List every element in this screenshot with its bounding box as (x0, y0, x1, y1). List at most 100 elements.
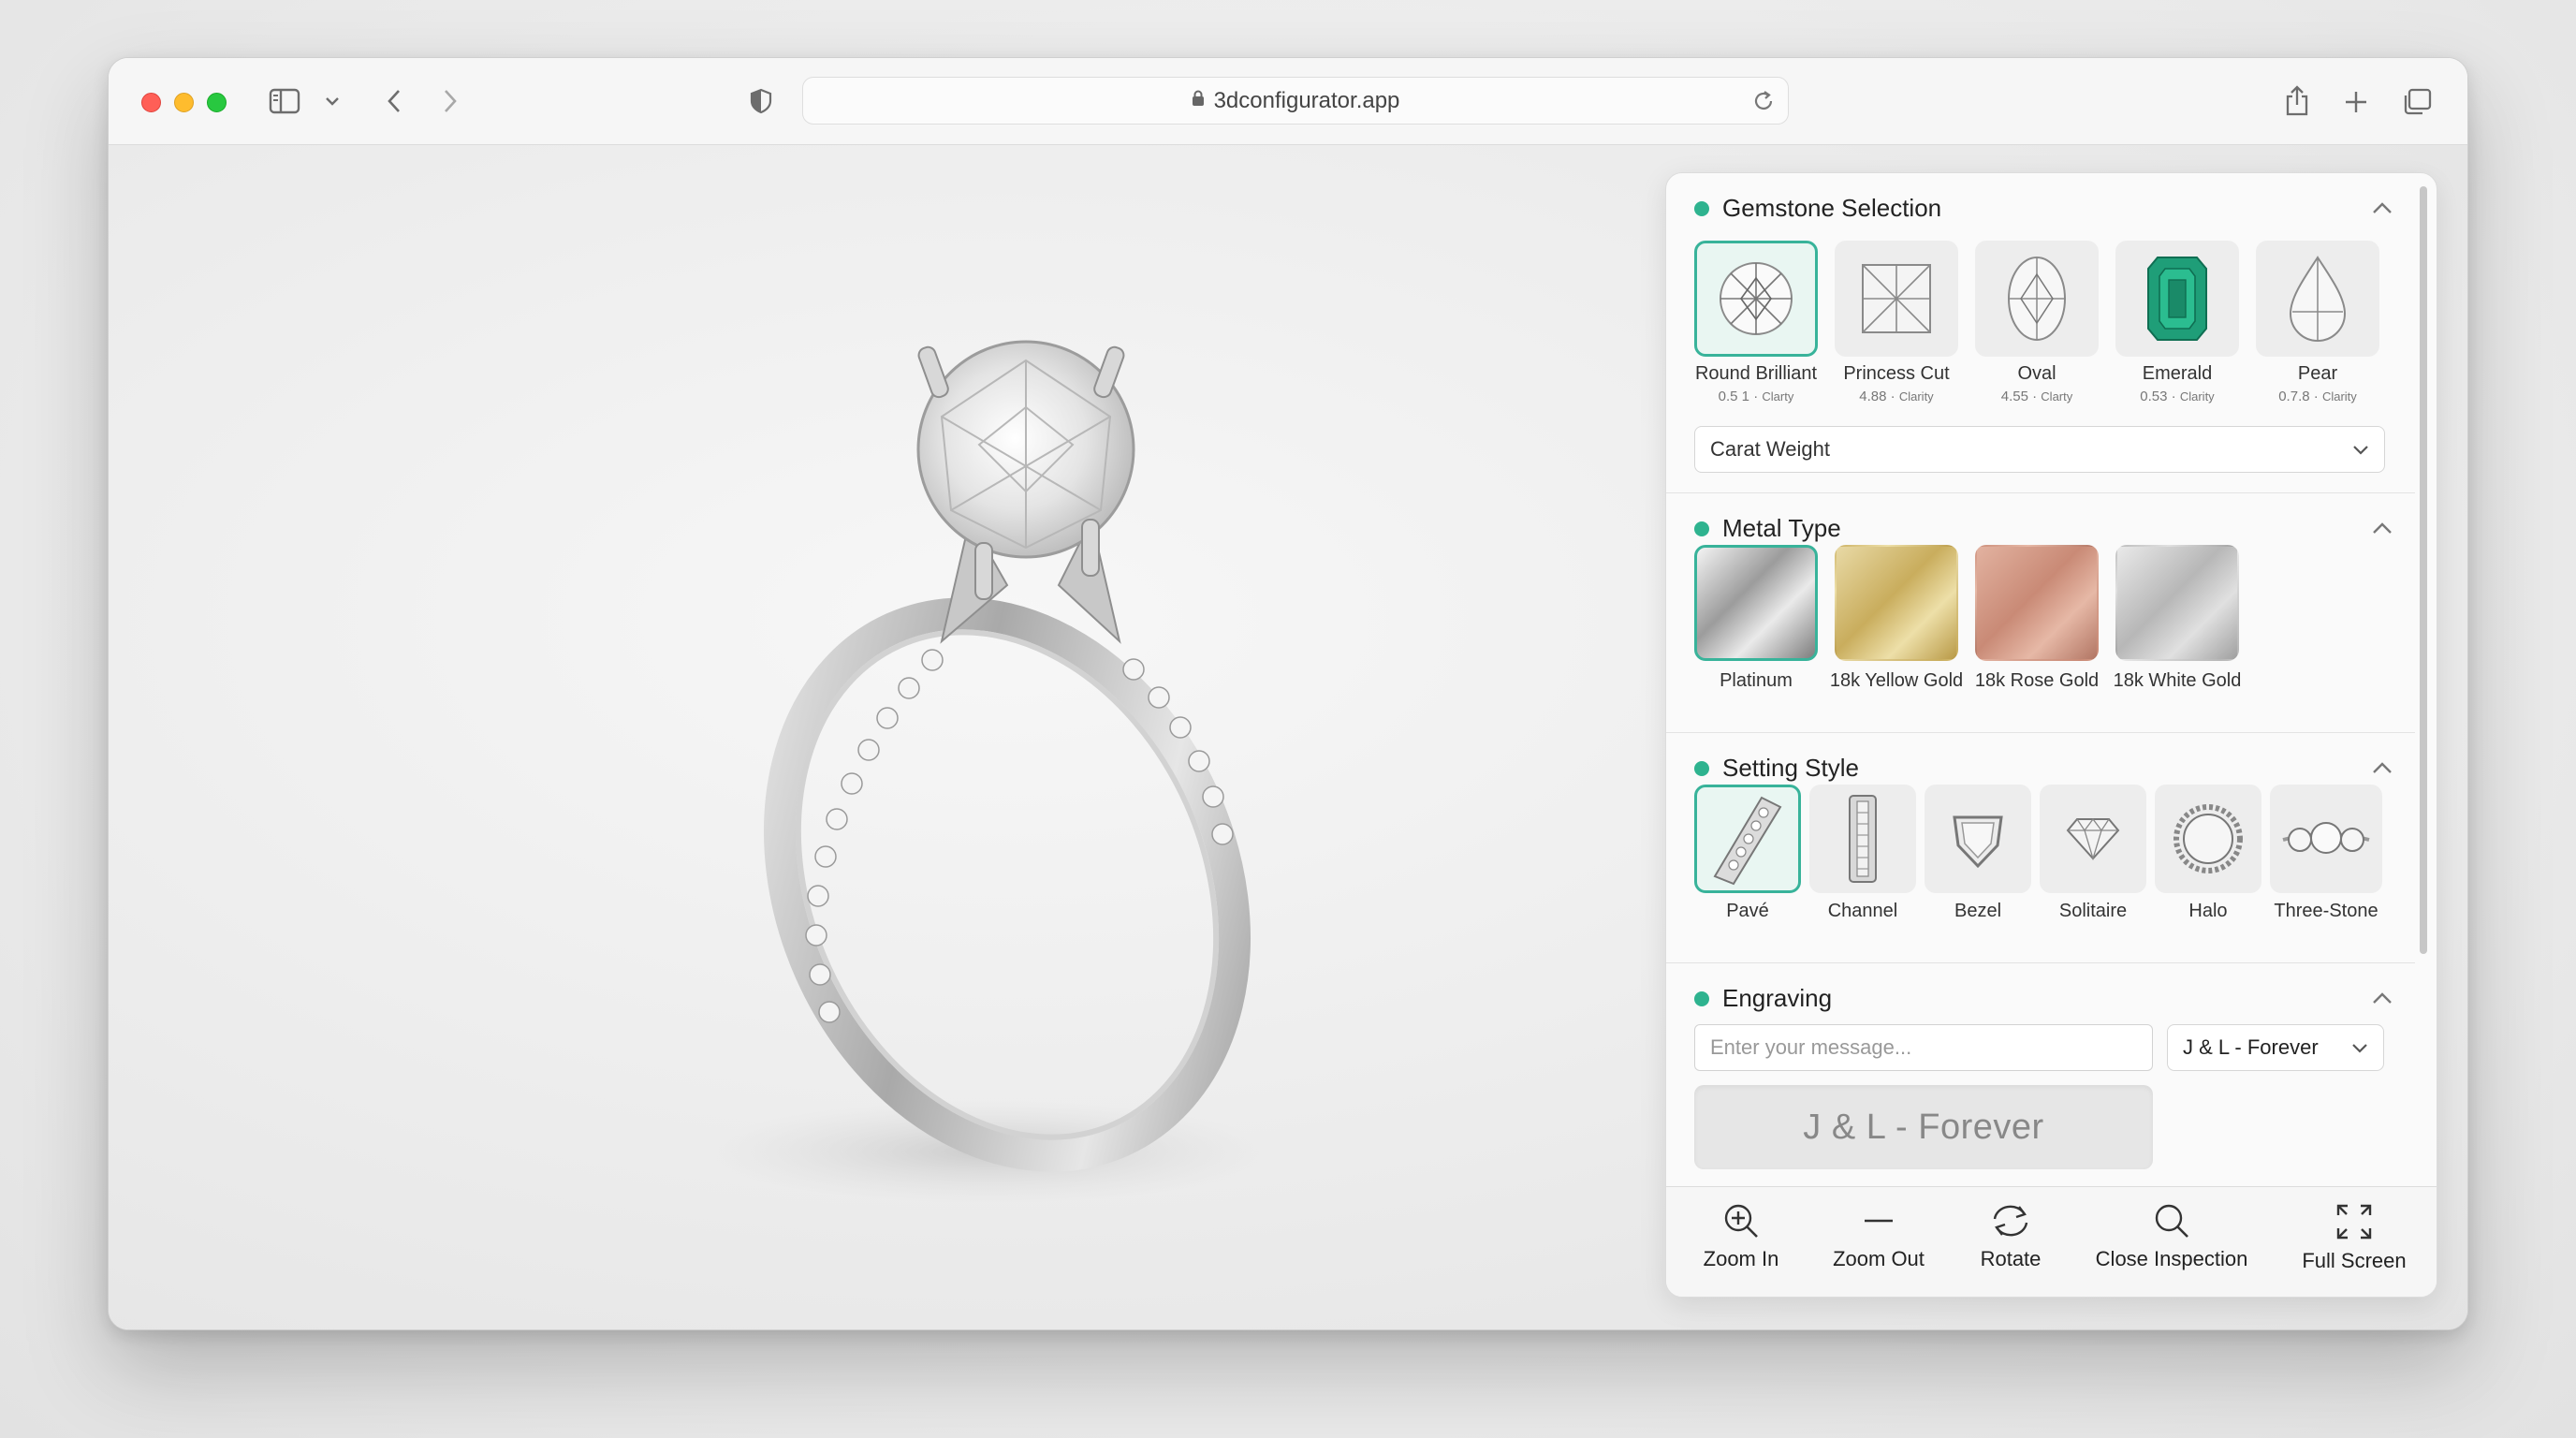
engraving-section: Engraving Enter your message... J & L - … (1666, 963, 2415, 1188)
sidebar-toggle-icon[interactable] (268, 86, 301, 116)
gem-round-brilliant[interactable] (1694, 241, 1818, 357)
gem-label: Emerald (2142, 363, 2213, 384)
setting-pave[interactable] (1694, 785, 1801, 893)
chevron-up-icon[interactable] (2372, 991, 2393, 1005)
address-bar[interactable]: 3dconfigurator.app (802, 77, 1789, 125)
gem-sub: 0.7.8 · Clarity (2278, 389, 2357, 404)
chevron-down-icon (2352, 1044, 2367, 1053)
setting-header[interactable]: Setting Style (1694, 754, 1859, 783)
chevron-down-icon[interactable] (322, 92, 343, 110)
setting-label: Pavé (1726, 901, 1769, 921)
minimize-window-button[interactable] (174, 93, 194, 112)
tab-overview-icon[interactable] (2400, 86, 2434, 118)
setting-label: Channel (1827, 901, 1898, 921)
privacy-shield-icon[interactable] (747, 84, 775, 118)
setting-solitaire[interactable] (2040, 785, 2146, 893)
metal-platinum[interactable] (1694, 545, 1818, 661)
new-tab-icon[interactable] (2340, 86, 2372, 118)
gemstone-header[interactable]: Gemstone Selection (1694, 194, 1941, 223)
three-stone-icon (2282, 822, 2370, 854)
engraving-header[interactable]: Engraving (1694, 984, 1832, 1013)
emerald-icon (2147, 257, 2207, 341)
section-dot-icon (1694, 521, 1709, 536)
setting-label: Three-Stone (2274, 901, 2378, 921)
gem-pear[interactable] (2256, 241, 2379, 357)
gem-sub: 0.53 · Clarity (2140, 389, 2215, 404)
close-inspection-button[interactable]: Close Inspection (2078, 1187, 2265, 1297)
metal-label: Platinum (1720, 670, 1793, 691)
pave-setting-icon (1713, 796, 1782, 886)
gemstone-section: Gemstone Selection Round Brilliant 0.5 1… (1666, 173, 2415, 493)
back-icon[interactable] (380, 84, 408, 118)
metal-label: 18k White Gold (2113, 670, 2242, 691)
section-dot-icon (1694, 200, 1709, 216)
setting-label: Solitaire (2058, 901, 2128, 921)
metal-yellow-gold[interactable] (1835, 545, 1958, 661)
metal-rose-gold[interactable] (1975, 545, 2099, 661)
gem-label: Pear (2297, 363, 2338, 384)
zoom-in-label: Zoom In (1703, 1247, 1779, 1270)
close-inspection-label: Close Inspection (2095, 1247, 2248, 1270)
gem-princess-cut[interactable] (1835, 241, 1958, 357)
channel-setting-icon (1849, 795, 1877, 883)
url-text: 3dconfigurator.app (1213, 87, 1400, 113)
metal-section: Metal Type Platinum 18k Yellow Gold 18k … (1666, 493, 2415, 733)
configurator-panel: Gemstone Selection Round Brilliant 0.5 1… (1665, 172, 2437, 1298)
zoom-in-icon (1724, 1204, 1758, 1238)
zoom-out-label: Zoom Out (1833, 1247, 1925, 1270)
solitaire-diamond-icon (2066, 817, 2120, 861)
viewer-controls: Zoom In Zoom Out Rotate Close Inspection… (1666, 1186, 2437, 1297)
share-icon[interactable] (2280, 82, 2314, 120)
zoom-out-button[interactable]: Zoom Out (1822, 1187, 1935, 1297)
gem-label: Oval (2017, 363, 2056, 384)
rotate-icon (1993, 1205, 2028, 1237)
gem-emerald[interactable] (2115, 241, 2239, 357)
setting-bezel[interactable] (1925, 785, 2031, 893)
setting-halo[interactable] (2155, 785, 2261, 893)
full-screen-button[interactable]: Full Screen (2284, 1187, 2424, 1297)
metal-label: 18k Yellow Gold (1829, 670, 1964, 691)
gemstone-title: Gemstone Selection (1722, 194, 1942, 222)
bezel-setting-icon (1953, 815, 2003, 869)
carat-weight-select[interactable]: Carat Weight (1694, 426, 2385, 473)
chevron-up-icon[interactable] (2372, 761, 2393, 774)
panel-scrollbar[interactable] (2420, 186, 2427, 954)
ring-model[interactable] (633, 304, 1382, 1240)
metal-header[interactable]: Metal Type (1694, 514, 1841, 543)
zoom-in-button[interactable]: Zoom In (1694, 1187, 1788, 1297)
lock-icon (1192, 90, 1205, 112)
maximize-window-button[interactable] (207, 93, 227, 112)
engraving-message-input[interactable]: Enter your message... (1694, 1024, 2153, 1071)
engraving-font-select[interactable]: J & L - Forever (2167, 1024, 2384, 1071)
chevron-down-icon (2353, 446, 2368, 455)
rotate-label: Rotate (1980, 1247, 2042, 1270)
close-window-button[interactable] (141, 93, 161, 112)
halo-setting-icon (2174, 804, 2243, 873)
round-brilliant-icon (1720, 262, 1793, 335)
browser-toolbar: 3dconfigurator.app (109, 58, 2467, 145)
engraving-preview: J & L - Forever (1694, 1085, 2153, 1169)
chevron-up-icon[interactable] (2372, 521, 2393, 535)
engraving-title: Engraving (1722, 984, 1833, 1012)
gem-sub: 0.5 1 · Clarty (1718, 389, 1794, 404)
fullscreen-icon (2336, 1204, 2372, 1240)
magnifier-icon (2155, 1204, 2188, 1238)
forward-icon[interactable] (436, 84, 464, 118)
setting-three-stone[interactable] (2270, 785, 2382, 893)
setting-channel[interactable] (1809, 785, 1916, 893)
setting-label: Bezel (1954, 901, 2002, 921)
rotate-button[interactable]: Rotate (1964, 1187, 2057, 1297)
gem-sub: 4.55 · Clarty (2000, 389, 2073, 404)
carat-weight-label: Carat Weight (1710, 437, 1830, 461)
full-screen-label: Full Screen (2302, 1249, 2407, 1272)
chevron-up-icon[interactable] (2372, 201, 2393, 214)
reload-icon[interactable] (1752, 89, 1775, 120)
gem-oval[interactable] (1975, 241, 2099, 357)
oval-icon (2008, 257, 2066, 341)
section-dot-icon (1694, 990, 1709, 1006)
metal-white-gold[interactable] (2115, 545, 2239, 661)
metal-label: 18k Rose Gold (1974, 670, 2100, 691)
pear-icon (2289, 256, 2347, 342)
setting-label: Halo (2188, 901, 2228, 921)
setting-section: Setting Style Pavé Channel Bezel Solitai… (1666, 733, 2415, 963)
